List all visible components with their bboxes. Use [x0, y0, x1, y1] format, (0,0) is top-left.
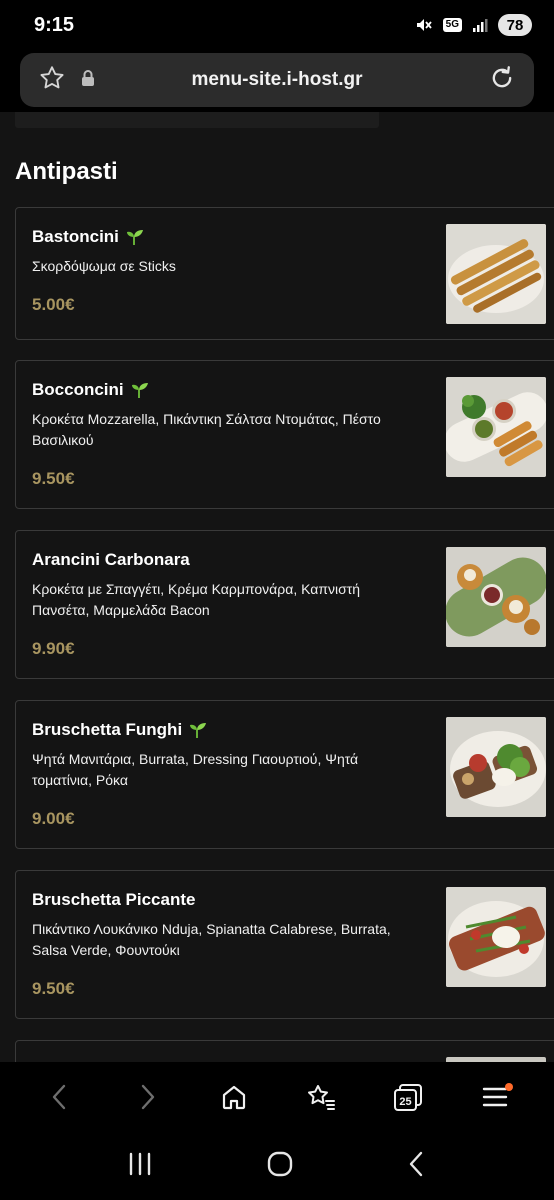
recents-icon[interactable]: [126, 1151, 154, 1182]
home-icon[interactable]: [266, 1150, 294, 1183]
menu-item-name: Bruschetta Piccante: [32, 890, 196, 909]
menu-item-description: Κροκέτα Mozzarella, Πικάντικη Σάλτσα Ντο…: [32, 411, 381, 448]
category-selector[interactable]: [15, 112, 379, 128]
menu-item-description: Σκορδόψωμα σε Sticks: [32, 258, 176, 274]
menu-item-price: 5.00€: [32, 295, 75, 314]
menu-item-name: Arancini Carbonara: [32, 550, 190, 569]
forward-icon[interactable]: [123, 1073, 171, 1121]
status-time: 9:15: [34, 13, 75, 36]
menu-item-card[interactable]: Bruschetta Piccante Πικάντικο Λουκάνικο …: [15, 870, 554, 1019]
menu-item-price: 9.50€: [32, 469, 75, 488]
battery-icon: 78: [498, 14, 532, 36]
menu-item-description: Κροκέτα με Σπαγγέτι, Κρέμα Καρμπονάρα, Κ…: [32, 581, 361, 618]
menu-item-photo: [446, 377, 546, 477]
star-icon[interactable]: [38, 64, 66, 97]
menu-item-name: Bruschetta Funghi: [32, 720, 183, 739]
menu-item-description: Πικάντικο Λουκάνικο Nduja, Spianatta Cal…: [32, 921, 391, 958]
status-bar: 9:15 5G 78: [0, 0, 554, 50]
menu-item-name: Bocconcini: [32, 380, 124, 399]
vegetarian-sprout-icon: [130, 381, 150, 399]
signal-icon: [472, 17, 488, 33]
notification-dot: [504, 1083, 513, 1091]
bookmarks-icon[interactable]: [297, 1073, 345, 1121]
menu-item-card[interactable]: Arancini Carbonara Κροκέτα με Σπαγγέτι, …: [15, 530, 554, 679]
tabs-icon[interactable]: 25: [384, 1073, 432, 1121]
menu-item-card-partial[interactable]: [15, 1040, 554, 1062]
back-icon[interactable]: [36, 1073, 84, 1121]
menu-item-card[interactable]: Bastoncini Σκορδόψωμα σε Sticks 5.00€: [15, 207, 554, 340]
menu-item-description: Ψητά Μανιτάρια, Burrata, Dressing Γιαουρ…: [32, 751, 359, 788]
reload-icon[interactable]: [488, 64, 516, 97]
menu-item-name-row: Bruschetta Funghi: [32, 720, 208, 740]
page-content: Antipasti Bastoncini Σκορδόψωμα σε Stick…: [0, 112, 554, 1062]
menu-item-name-row: Bocconcini: [32, 380, 150, 400]
url-text: menu-site.i-host.gr: [191, 69, 363, 90]
menu-item-card[interactable]: Bocconcini Κροκέτα Mozzarella, Πικάντικη…: [15, 360, 554, 509]
menu-item-photo: [446, 224, 546, 324]
status-icons: 5G 78: [415, 14, 532, 36]
vegetarian-sprout-icon: [125, 228, 145, 246]
menu-item-name-row: Arancini Carbonara: [32, 550, 190, 570]
address-bar[interactable]: menu-site.i-host.gr: [20, 53, 534, 107]
screen: 9:15 5G 78 menu-site.i-host.gr Antipasti…: [0, 0, 554, 1200]
menu-item-name-row: Bastoncini: [32, 227, 145, 247]
menu-item-price: 9.00€: [32, 809, 75, 828]
back-icon[interactable]: [406, 1150, 428, 1183]
menu-item-card[interactable]: Bruschetta Funghi Ψητά Μανιτάρια, Burrat…: [15, 700, 554, 849]
browser-toolbar: menu-site.i-host.gr: [0, 50, 554, 112]
menu-icon[interactable]: [471, 1073, 519, 1121]
menu-item-name-row: Bruschetta Piccante: [32, 890, 195, 910]
menu-item-photo: [446, 717, 546, 817]
lock-icon: [80, 69, 96, 92]
menu-item-price: 9.90€: [32, 639, 75, 658]
menu-item-photo: [446, 887, 546, 987]
vegetarian-sprout-icon: [188, 721, 208, 739]
menu-item-photo: [446, 547, 546, 647]
menu-item-price: 9.50€: [32, 979, 75, 998]
browser-bottom-toolbar: 25: [0, 1062, 554, 1132]
mute-icon: [415, 16, 433, 34]
system-navigation-bar: [0, 1132, 554, 1200]
menu-item-name: Bastoncini: [32, 227, 119, 246]
home-icon[interactable]: [210, 1073, 258, 1121]
tabs-count: 25: [399, 1096, 411, 1108]
section-title: Antipasti: [15, 158, 118, 185]
5g-icon: 5G: [442, 18, 462, 32]
